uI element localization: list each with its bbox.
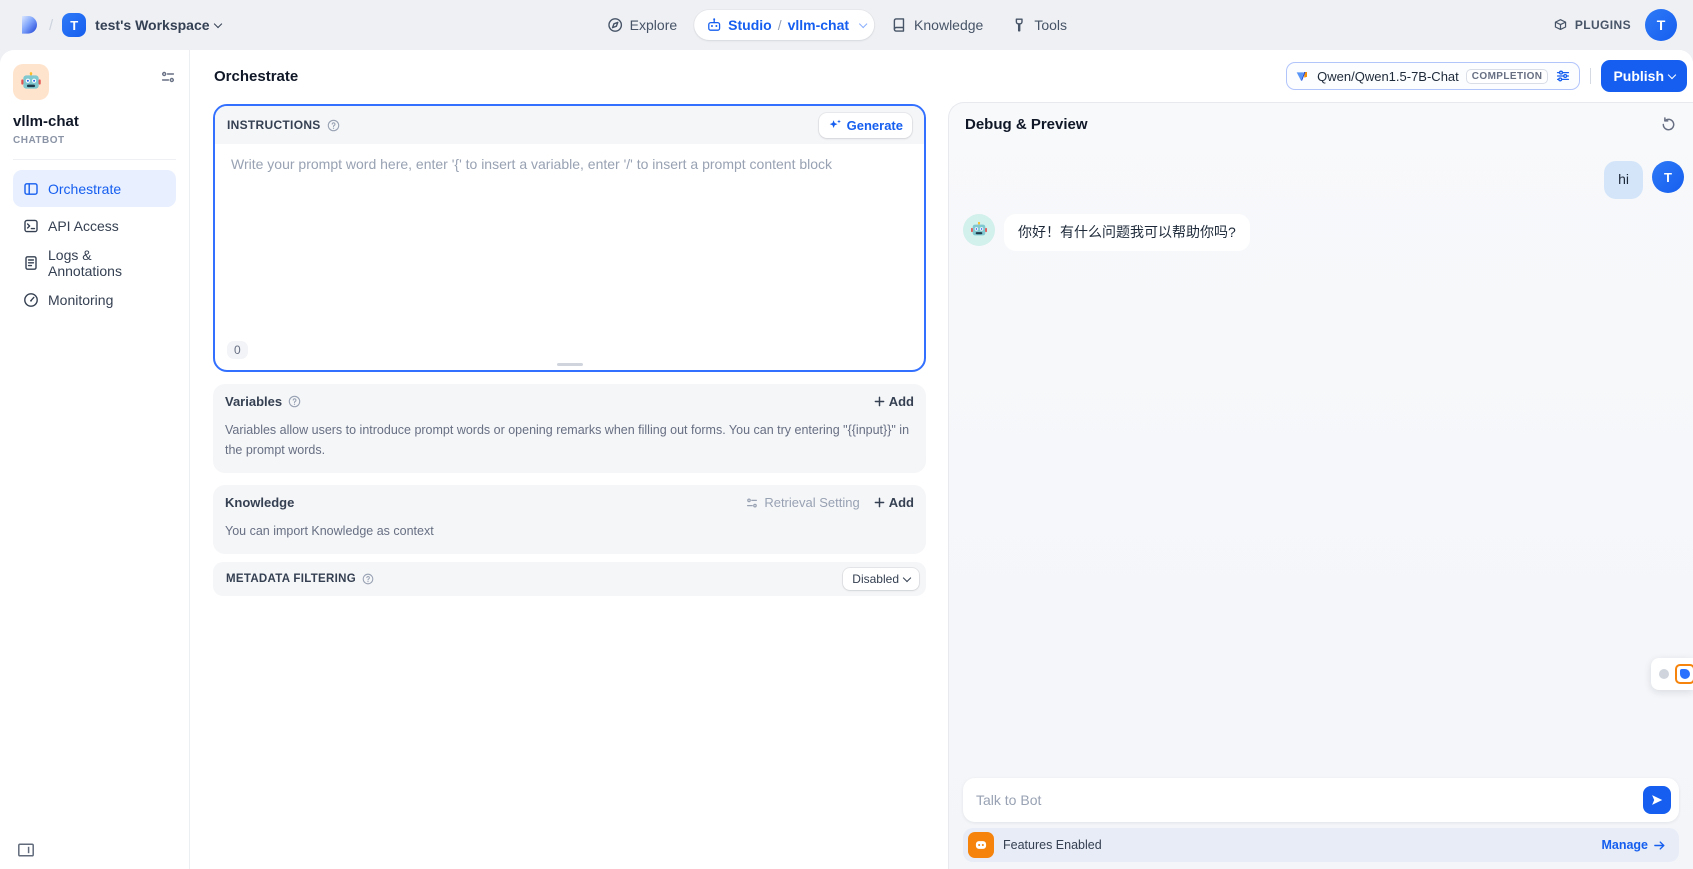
add-variable-button[interactable]: Add [874, 394, 914, 409]
chat-message-user: hi T [963, 161, 1684, 199]
chevron-down-icon [859, 19, 867, 27]
knowledge-title: Knowledge [225, 495, 294, 510]
plugins-box-icon [1553, 18, 1568, 33]
user-message-avatar: T [1652, 161, 1684, 193]
char-count-badge: 0 [227, 341, 248, 359]
sidebar-item-orchestrate[interactable]: Orchestrate [13, 170, 176, 207]
variables-title: Variables [225, 394, 282, 409]
dify-logo[interactable] [16, 13, 40, 37]
divider [1590, 68, 1591, 84]
retrieval-setting-button[interactable]: Retrieval Setting [745, 495, 859, 510]
generate-button[interactable]: Generate [819, 113, 912, 138]
instructions-editor[interactable]: Write your prompt word here, enter '{' t… [215, 144, 924, 370]
model-mode-badge: COMPLETION [1466, 69, 1549, 84]
nav-studio[interactable]: Studio / vllm-chat [694, 10, 874, 40]
variables-description: Variables allow users to introduce promp… [225, 420, 914, 460]
workspace-avatar[interactable]: T [62, 13, 86, 37]
app-settings-icon[interactable] [160, 69, 176, 85]
sparkle-icon [828, 118, 842, 132]
arrow-right-icon [1653, 839, 1666, 852]
drag-dot-icon [1659, 669, 1669, 679]
nav-tools[interactable]: Tools [1000, 10, 1078, 40]
send-icon [1650, 793, 1664, 807]
help-icon[interactable] [362, 573, 374, 585]
model-tune-icon[interactable] [1555, 68, 1571, 84]
knowledge-description: You can import Knowledge as context [225, 521, 914, 541]
sidebar-item-logs-annotations[interactable]: Logs & Annotations [13, 244, 176, 281]
debug-preview-title: Debug & Preview [965, 116, 1088, 133]
model-selector[interactable]: Qwen/Qwen1.5-7B-Chat COMPLETION [1286, 62, 1580, 90]
chevron-down-icon [1668, 70, 1676, 78]
app-icon[interactable] [13, 64, 49, 100]
features-enabled-label: Features Enabled [1003, 838, 1102, 852]
help-icon[interactable] [327, 119, 340, 132]
edge-helper-widget[interactable] [1651, 658, 1693, 690]
workspace-selector[interactable]: test's Workspace [95, 17, 220, 33]
divider [13, 159, 176, 160]
nav-explore[interactable]: Explore [596, 10, 688, 40]
orchestrate-header: Orchestrate Qwen/Qwen1.5-7B-Chat COMPLET… [190, 50, 1693, 102]
features-icon [968, 832, 994, 858]
metadata-filtering-section: METADATA FILTERING Disabled [213, 562, 926, 596]
publish-button[interactable]: Publish [1601, 60, 1687, 92]
app-type-badge: CHATBOT [13, 135, 176, 146]
knowledge-section: Knowledge Retrieval Setting [213, 485, 926, 554]
book-icon [891, 17, 907, 33]
model-name: Qwen/Qwen1.5-7B-Chat [1317, 69, 1459, 84]
metadata-filtering-title: METADATA FILTERING [226, 573, 356, 585]
app-name: vllm-chat [13, 113, 176, 130]
document-icon [23, 255, 39, 271]
user-message-bubble: hi [1604, 161, 1643, 199]
restart-conversation-icon[interactable] [1660, 116, 1677, 133]
add-knowledge-button[interactable]: Add [874, 495, 914, 510]
top-nav: / T test's Workspace Explore Studio / vl… [0, 0, 1693, 50]
manage-features-link[interactable]: Manage [1601, 838, 1666, 852]
talk-to-bot-input[interactable] [976, 792, 1643, 808]
dify-mini-logo-icon [1675, 664, 1693, 684]
window-icon [23, 181, 39, 197]
chevron-down-icon [903, 573, 911, 581]
bot-avatar [963, 214, 995, 246]
retrieval-setting-icon [745, 496, 759, 510]
sidebar-item-api-access[interactable]: API Access [13, 207, 176, 244]
collapse-sidebar-icon[interactable] [17, 842, 35, 858]
nav-current-app: vllm-chat [788, 17, 849, 33]
metadata-filtering-toggle[interactable]: Disabled [843, 568, 919, 590]
nav-separator: / [49, 17, 53, 34]
orchestrate-panel: INSTRUCTIONS Generate Write yo [190, 102, 948, 869]
variables-section: Variables Add Variable [213, 384, 926, 473]
terminal-icon [23, 218, 39, 234]
help-icon[interactable] [288, 395, 301, 408]
app-sidebar: vllm-chat CHATBOT Orchestrate API Access [0, 50, 190, 869]
send-button[interactable] [1643, 786, 1671, 814]
robot-icon [706, 17, 722, 33]
nav-separator: / [778, 17, 782, 33]
instructions-title: INSTRUCTIONS [227, 118, 321, 132]
user-avatar[interactable]: T [1645, 9, 1677, 41]
chevron-down-icon [213, 19, 221, 27]
hammer-icon [1011, 17, 1027, 33]
chat-input-bar [963, 778, 1679, 822]
resize-handle[interactable] [557, 363, 583, 366]
nav-knowledge[interactable]: Knowledge [880, 10, 994, 40]
plugins-button[interactable]: PLUGINS [1553, 18, 1631, 33]
content-area: vllm-chat CHATBOT Orchestrate API Access [0, 50, 1693, 869]
instructions-card: INSTRUCTIONS Generate Write yo [213, 104, 926, 372]
bot-message-bubble: 你好！有什么问题我可以帮助你吗? [1004, 214, 1250, 252]
vllm-logo-icon [1295, 69, 1310, 84]
debug-preview-panel: Debug & Preview hi T [948, 102, 1693, 869]
chat-message-assistant: 你好！有什么问题我可以帮助你吗? [963, 214, 1684, 252]
chat-log: hi T 你好！有什么问题我可以帮助你吗? [949, 151, 1693, 749]
robot-emoji-icon [20, 71, 42, 93]
page-title: Orchestrate [214, 68, 298, 85]
instructions-placeholder: Write your prompt word here, enter '{' t… [231, 156, 832, 172]
gauge-icon [23, 292, 39, 308]
explore-icon [607, 17, 623, 33]
plus-icon [874, 396, 885, 407]
robot-emoji-icon [970, 221, 988, 239]
plus-icon [874, 497, 885, 508]
features-bar: Features Enabled Manage [963, 828, 1679, 862]
sidebar-item-monitoring[interactable]: Monitoring [13, 281, 176, 318]
